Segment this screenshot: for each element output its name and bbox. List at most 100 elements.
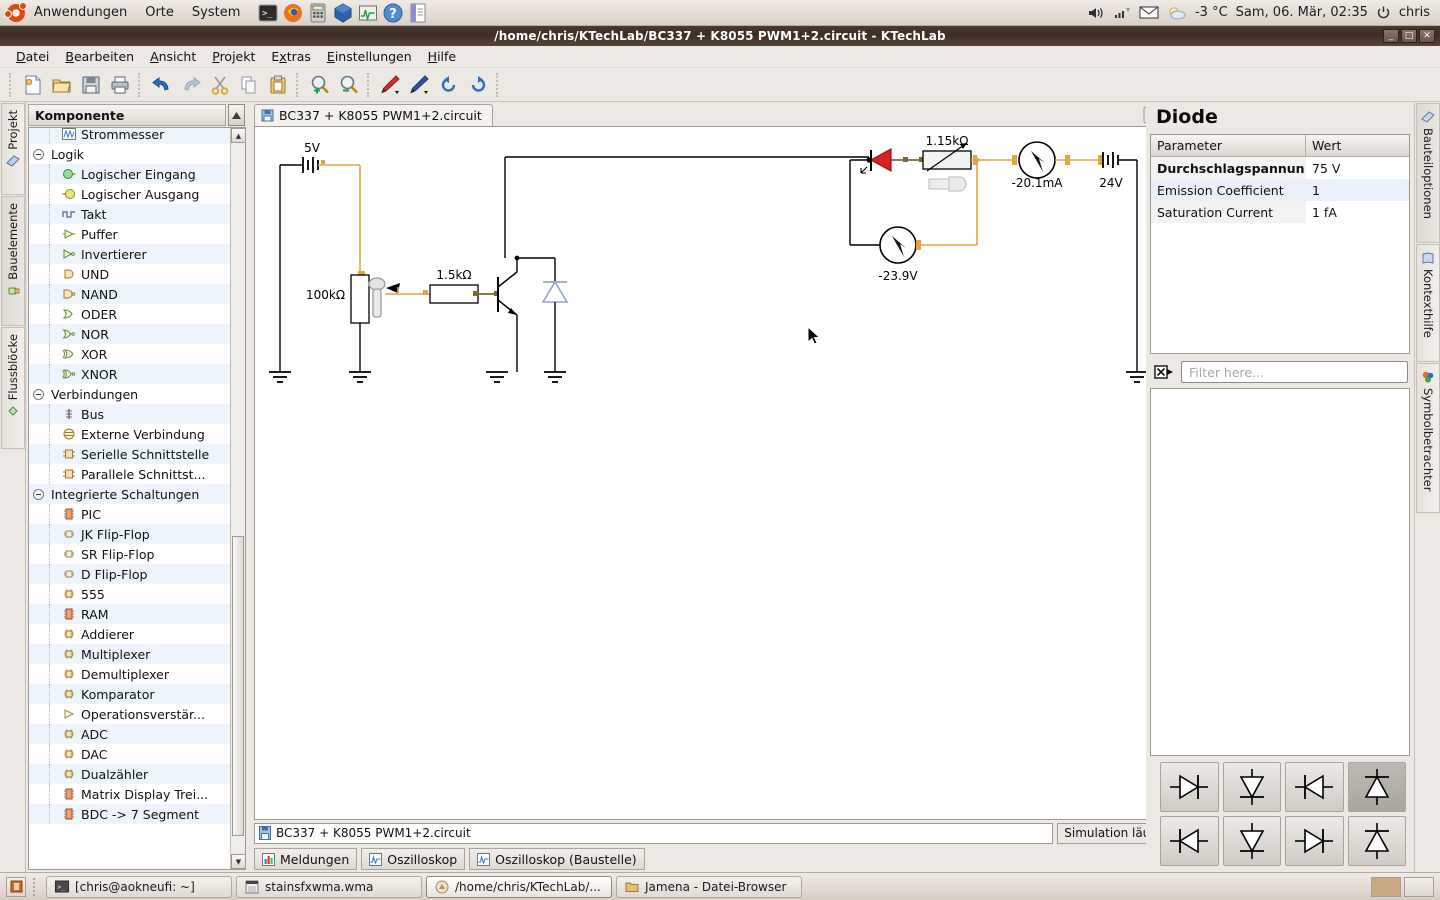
tree-expander-icon[interactable] bbox=[33, 148, 44, 160]
component-tree-item[interactable]: Addierer bbox=[29, 624, 230, 644]
component-tree-item[interactable]: Dualzähler bbox=[29, 764, 230, 784]
component-tree-item[interactable]: Operationsverstär... bbox=[29, 704, 230, 724]
redo-icon[interactable] bbox=[177, 71, 205, 99]
component-tree-item[interactable]: PIC bbox=[29, 504, 230, 524]
window-titlebar[interactable]: /home/chris/KTechLab/BC337 + K8055 PWM1+… bbox=[0, 26, 1440, 46]
open-folder-icon[interactable] bbox=[48, 71, 76, 99]
calculator-icon[interactable] bbox=[307, 2, 329, 24]
properties-table[interactable]: Parameter Wert Durchschlagspannun 75 V E… bbox=[1150, 134, 1410, 354]
tree-expander-icon[interactable] bbox=[33, 388, 44, 400]
zoom-out-icon[interactable] bbox=[335, 71, 363, 99]
ubuntu-logo-icon[interactable] bbox=[4, 1, 27, 22]
help-icon[interactable]: ? bbox=[382, 2, 404, 24]
wifi-icon[interactable] bbox=[1113, 5, 1131, 21]
component-tree-item[interactable]: 555 bbox=[29, 584, 230, 604]
component-tree-item[interactable]: NAND bbox=[29, 284, 230, 304]
draw-brush-icon[interactable] bbox=[406, 71, 434, 99]
component-tree-item[interactable]: Puffer bbox=[29, 224, 230, 244]
panel-menu-applications[interactable]: Anwendungen bbox=[25, 3, 136, 22]
component-tree-item[interactable]: Logischer Ausgang bbox=[29, 184, 230, 204]
component-tree-item[interactable]: SR Flip-Flop bbox=[29, 544, 230, 564]
document-tab[interactable]: BC337 + K8055 PWM1+2.circuit bbox=[254, 104, 493, 126]
tree-expander-icon[interactable] bbox=[33, 488, 44, 500]
draw-line-icon[interactable] bbox=[377, 71, 405, 99]
paste-icon[interactable] bbox=[264, 71, 292, 99]
menu-datei[interactable]: Datei bbox=[8, 46, 57, 67]
task-media[interactable]: stainsfxwma.wma bbox=[236, 875, 422, 898]
cut-icon[interactable] bbox=[206, 71, 234, 99]
zener-up-icon[interactable] bbox=[1347, 762, 1406, 812]
component-tree-item[interactable]: DAC bbox=[29, 744, 230, 764]
filter-icon[interactable] bbox=[1154, 364, 1174, 380]
firefox-icon[interactable] bbox=[282, 2, 304, 24]
print-icon[interactable] bbox=[106, 71, 134, 99]
task-ktechlab[interactable]: /home/chris/KTechLab/... bbox=[426, 875, 612, 898]
component-tree-item[interactable]: Multiplexer bbox=[29, 644, 230, 664]
menu-einstellungen[interactable]: Einstellungen bbox=[319, 46, 420, 67]
table-row[interactable]: Emission Coefficient 1 bbox=[1151, 179, 1409, 201]
component-tree-item[interactable]: D Flip-Flop bbox=[29, 564, 230, 584]
terminal-icon[interactable]: >_ bbox=[257, 2, 279, 24]
text-editor-icon[interactable] bbox=[407, 2, 429, 24]
menu-projekt[interactable]: Projekt bbox=[204, 46, 263, 67]
power-icon[interactable] bbox=[1376, 5, 1391, 20]
scroll-up-arrow[interactable]: ▲ bbox=[231, 128, 245, 143]
collapse-up-icon[interactable] bbox=[228, 104, 245, 126]
component-tree-item[interactable]: Bus bbox=[29, 404, 230, 424]
status-file-field[interactable]: BC337 + K8055 PWM1+2.circuit bbox=[254, 822, 1054, 844]
sidebar-tab-bauteiloptionen[interactable]: Bauteiloptionen bbox=[1416, 103, 1440, 243]
panel-menu-places[interactable]: Orte bbox=[136, 3, 183, 22]
menu-bearbeiten[interactable]: Bearbeiten bbox=[57, 46, 142, 67]
weather-cloud-icon[interactable] bbox=[1167, 5, 1187, 21]
component-tree-item[interactable]: Takt bbox=[29, 204, 230, 224]
show-desktop-icon[interactable] bbox=[6, 876, 26, 897]
workspace-1[interactable] bbox=[1371, 876, 1401, 897]
task-file-browser[interactable]: Jamena - Datei-Browser bbox=[616, 875, 802, 898]
scroll-down-arrow[interactable]: ▼ bbox=[231, 854, 245, 869]
undo-icon[interactable] bbox=[148, 71, 176, 99]
minimize-button[interactable]: _ bbox=[1383, 29, 1399, 43]
system-monitor-icon[interactable] bbox=[357, 2, 379, 24]
copy-icon[interactable] bbox=[235, 71, 263, 99]
sidebar-tab-bauelemente[interactable]: Bauelemente bbox=[1, 196, 25, 326]
rotate-ccw-icon[interactable] bbox=[435, 71, 463, 99]
sidebar-tab-flussbloecke[interactable]: Flussblöcke bbox=[1, 327, 25, 449]
bottom-tab-oszilloskop[interactable]: Oszilloskop bbox=[361, 848, 466, 870]
component-tree-item[interactable]: Serielle Schnittstelle bbox=[29, 444, 230, 464]
bottom-tab-meldungen[interactable]: Meldungen bbox=[254, 848, 358, 870]
volume-icon[interactable] bbox=[1087, 5, 1105, 21]
zoom-in-icon[interactable] bbox=[306, 71, 334, 99]
diode-down-2-icon[interactable] bbox=[1222, 816, 1281, 866]
table-row[interactable]: Durchschlagspannun 75 V bbox=[1151, 157, 1409, 179]
component-tree-item[interactable]: Komparator bbox=[29, 684, 230, 704]
component-tree-item[interactable]: XNOR bbox=[29, 364, 230, 384]
component-tree-item[interactable]: Logischer Eingang bbox=[29, 164, 230, 184]
component-tree-item[interactable]: Matrix Display Trei... bbox=[29, 784, 230, 804]
component-tree-item[interactable]: Integrierte Schaltungen bbox=[29, 484, 230, 504]
save-icon[interactable] bbox=[77, 71, 105, 99]
bottom-tab-oszilloskop-baustelle[interactable]: Oszilloskop (Baustelle) bbox=[469, 848, 645, 870]
component-tree-item[interactable]: Invertierer bbox=[29, 244, 230, 264]
component-tree-item[interactable]: ADC bbox=[29, 724, 230, 744]
components-scrollbar[interactable]: ▲ ▼ bbox=[230, 128, 245, 869]
new-document-icon[interactable] bbox=[19, 71, 47, 99]
component-tree-item[interactable]: Demultiplexer bbox=[29, 664, 230, 684]
filter-input[interactable]: Filter here... bbox=[1181, 361, 1408, 383]
sidebar-tab-symbolbetrachter[interactable]: Symbolbetrachter bbox=[1416, 363, 1440, 513]
component-tree-item[interactable]: NOR bbox=[29, 324, 230, 344]
diode-left-icon[interactable] bbox=[1285, 762, 1344, 812]
param-value[interactable]: 1 bbox=[1306, 179, 1409, 201]
component-tree-item[interactable]: BDC -> 7 Segment bbox=[29, 804, 230, 824]
component-tree-item[interactable]: Verbindungen bbox=[29, 384, 230, 404]
component-tree-item[interactable]: Externe Verbindung bbox=[29, 424, 230, 444]
component-tree-item[interactable]: ODER bbox=[29, 304, 230, 324]
maximize-button[interactable]: □ bbox=[1401, 29, 1417, 43]
rotate-cw-icon[interactable] bbox=[464, 71, 492, 99]
diode-left-2-icon[interactable] bbox=[1160, 816, 1219, 866]
circuit-canvas[interactable]: 5V 100kΩ 1.5kΩ 1.15kΩ -20.1mA -23.9V 24V bbox=[254, 126, 1166, 820]
scrollbar-thumb[interactable] bbox=[232, 536, 244, 836]
menu-ansicht[interactable]: Ansicht bbox=[142, 46, 204, 67]
mail-icon[interactable] bbox=[1139, 5, 1159, 20]
zener-up-2-icon[interactable] bbox=[1347, 816, 1406, 866]
sidebar-tab-kontexthilfe[interactable]: Kontexthilfe bbox=[1416, 244, 1440, 362]
